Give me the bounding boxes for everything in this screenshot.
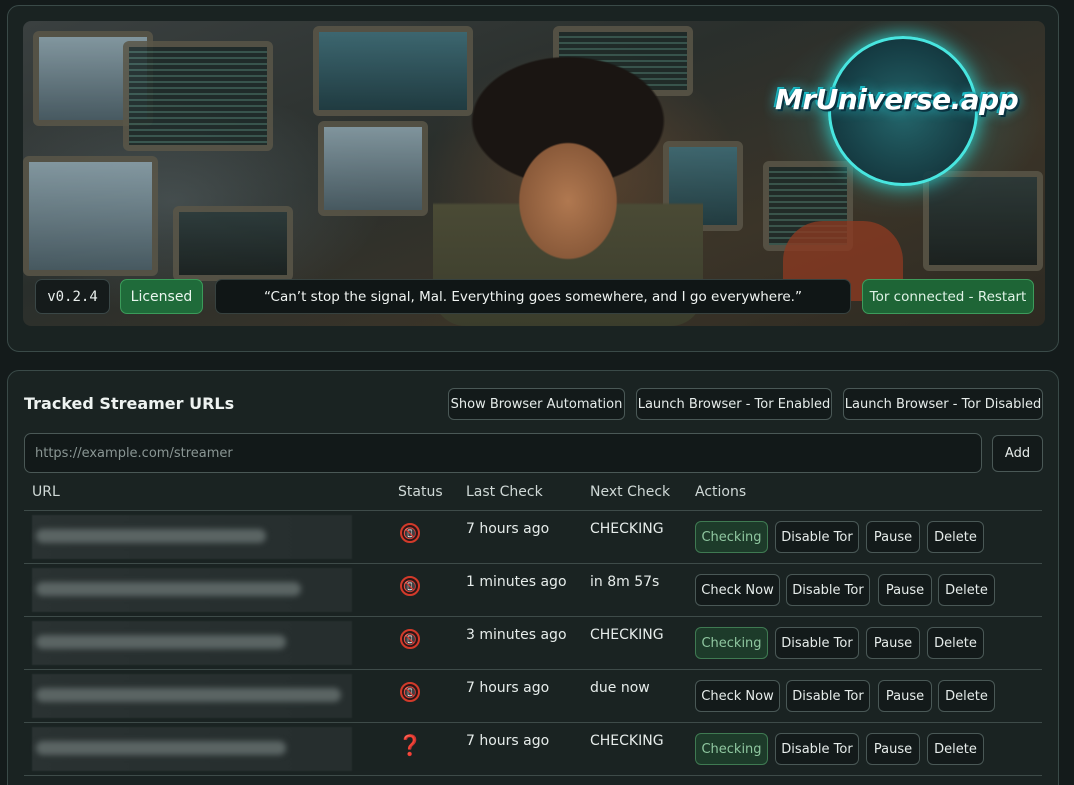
disable-tor-button[interactable]: Disable Tor xyxy=(775,627,859,659)
url-cell-redacted[interactable] xyxy=(32,674,352,718)
table-row: 📵 7 hours ago due now Check Now Disable Tor P… xyxy=(24,670,1042,723)
url-input[interactable] xyxy=(24,433,982,473)
delete-button[interactable]: Delete xyxy=(927,521,984,553)
offline-phone-icon: 📵 xyxy=(400,523,420,543)
offline-phone-icon: 📵 xyxy=(400,629,420,649)
tor-restart-button[interactable]: Tor connected - Restart xyxy=(862,279,1034,314)
crt-monitor xyxy=(23,156,158,276)
table-row: 📵 7 hours ago CHECKING Checking Disable Tor P… xyxy=(24,511,1042,564)
delete-button[interactable]: Delete xyxy=(927,627,984,659)
table-row: 📵 3 minutes ago CHECKING Checking Disable To… xyxy=(24,617,1042,670)
last-check-text: 1 minutes ago xyxy=(466,574,567,590)
tracked-urls-card: Tracked Streamer URLs Show Browser Autom… xyxy=(7,370,1059,785)
add-button[interactable]: Add xyxy=(992,435,1043,472)
pause-button[interactable]: Pause xyxy=(866,521,920,553)
last-check-text: 7 hours ago xyxy=(466,521,550,537)
url-cell-redacted[interactable] xyxy=(32,621,352,665)
pause-button[interactable]: Pause xyxy=(878,574,932,606)
launch-browser-tor-disabled-button[interactable]: Launch Browser - Tor Disabled xyxy=(843,388,1043,420)
header-card: MrUniverse.app v0.2.4 Licensed “Can’t st… xyxy=(7,5,1059,352)
delete-button[interactable]: Delete xyxy=(938,680,995,712)
crt-monitor xyxy=(318,121,428,216)
url-cell-redacted[interactable] xyxy=(32,568,352,612)
app-logo-text: MrUniverse.app xyxy=(775,83,1019,116)
disable-tor-button[interactable]: Disable Tor xyxy=(786,574,870,606)
delete-button[interactable]: Delete xyxy=(938,574,995,606)
checking-button[interactable]: Checking xyxy=(695,733,768,765)
license-badge: Licensed xyxy=(120,279,203,314)
disable-tor-button[interactable]: Disable Tor xyxy=(786,680,870,712)
crt-monitor xyxy=(123,41,273,151)
delete-button[interactable]: Delete xyxy=(927,733,984,765)
next-check-text: due now xyxy=(590,680,650,696)
check-now-button[interactable]: Check Now xyxy=(695,680,780,712)
url-cell-redacted[interactable] xyxy=(32,727,352,771)
hero-banner-image: MrUniverse.app v0.2.4 Licensed “Can’t st… xyxy=(23,21,1045,326)
show-browser-automation-button[interactable]: Show Browser Automation xyxy=(448,388,625,420)
disable-tor-button[interactable]: Disable Tor xyxy=(775,521,859,553)
column-header-url: URL xyxy=(32,484,60,500)
table-row: 📵 1 minutes ago in 8m 57s Check Now Disable … xyxy=(24,564,1042,617)
table-row: ❓ 7 hours ago CHECKING Checking Disable Tor P… xyxy=(24,723,1042,776)
checking-button[interactable]: Checking xyxy=(695,521,768,553)
url-cell-redacted[interactable] xyxy=(32,515,352,559)
disable-tor-button[interactable]: Disable Tor xyxy=(775,733,859,765)
pause-button[interactable]: Pause xyxy=(878,680,932,712)
column-header-last-check: Last Check xyxy=(466,484,543,500)
crt-monitor xyxy=(313,26,473,116)
quote-banner: “Can’t stop the signal, Mal. Everything … xyxy=(215,279,851,314)
version-badge: v0.2.4 xyxy=(35,279,110,314)
section-title: Tracked Streamer URLs xyxy=(24,394,235,413)
crt-monitor xyxy=(173,206,293,281)
banner-status-bar: v0.2.4 Licensed “Can’t stop the signal, … xyxy=(35,279,1035,314)
crt-monitor xyxy=(923,171,1043,271)
launch-browser-tor-enabled-button[interactable]: Launch Browser - Tor Enabled xyxy=(636,388,832,420)
next-check-text: CHECKING xyxy=(590,521,664,537)
column-header-actions: Actions xyxy=(695,484,747,500)
question-mark-icon: ❓ xyxy=(397,733,423,757)
urls-table: URL Status Last Check Next Check Actions… xyxy=(24,479,1042,776)
column-header-status: Status xyxy=(398,484,443,500)
next-check-text: in 8m 57s xyxy=(590,574,660,590)
pause-button[interactable]: Pause xyxy=(866,627,920,659)
next-check-text: CHECKING xyxy=(590,627,664,643)
offline-phone-icon: 📵 xyxy=(400,682,420,702)
last-check-text: 3 minutes ago xyxy=(466,627,567,643)
checking-button[interactable]: Checking xyxy=(695,627,768,659)
offline-phone-icon: 📵 xyxy=(400,576,420,596)
last-check-text: 7 hours ago xyxy=(466,680,550,696)
last-check-text: 7 hours ago xyxy=(466,733,550,749)
next-check-text: CHECKING xyxy=(590,733,664,749)
column-header-next-check: Next Check xyxy=(590,484,671,500)
table-header: URL Status Last Check Next Check Actions xyxy=(24,479,1042,511)
pause-button[interactable]: Pause xyxy=(866,733,920,765)
check-now-button[interactable]: Check Now xyxy=(695,574,780,606)
table-body: 📵 7 hours ago CHECKING Checking Disable Tor P… xyxy=(24,511,1042,776)
